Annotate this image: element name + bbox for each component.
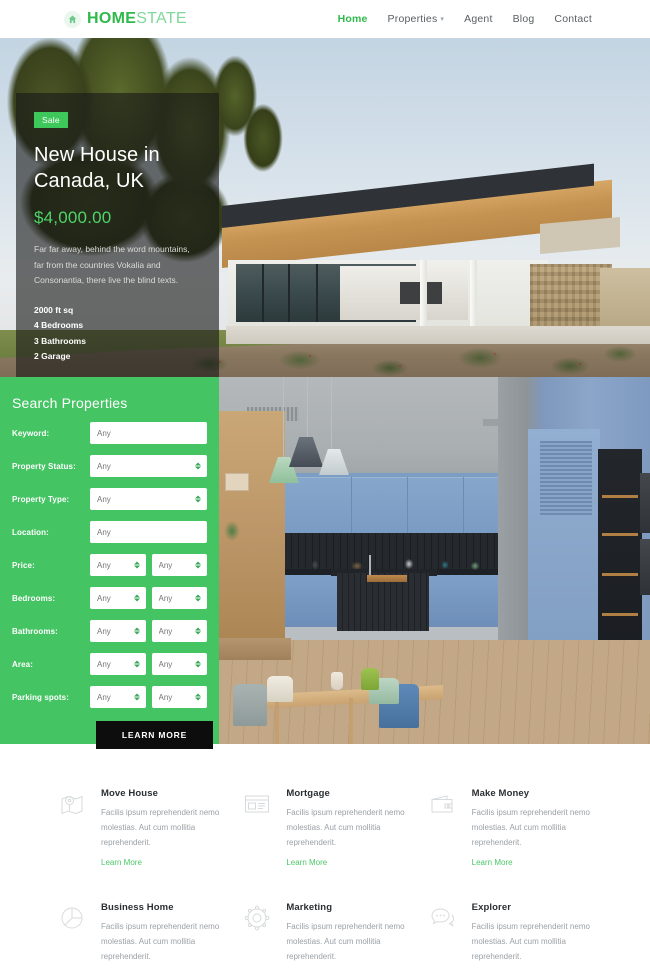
brand-text: HOMESTATE (87, 11, 187, 27)
nav-item-home[interactable]: Home (338, 13, 368, 25)
brand-primary: HOME (87, 10, 137, 27)
nav-label: Properties (387, 13, 438, 25)
feature-title: Business Home (101, 901, 174, 913)
location-pin-map-icon (58, 788, 88, 870)
field-label: Property Status: (12, 461, 76, 471)
feature-move-house: Move House Facilis ipsum reprehenderit n… (58, 788, 221, 870)
feature-marketing: Marketing Facilis ipsum reprehenderit ne… (243, 902, 406, 968)
field-row-parking-spots: Parking spots: (12, 686, 207, 708)
field-label: Price: (12, 560, 35, 570)
field-label: Location: (12, 527, 49, 537)
keyword-input[interactable] (90, 422, 207, 444)
hero-title: New House in Canada, UK (34, 144, 160, 193)
field-label: Bedrooms: (12, 593, 56, 603)
feature-mortgage: Mortgage Facilis ipsum reprehenderit nem… (243, 788, 406, 870)
feature-description: Facilis ipsum reprehenderit nemo molesti… (471, 808, 590, 848)
search-submit-button[interactable]: LEARN MORE (96, 721, 213, 749)
hero-price: $4,000.00 (34, 207, 112, 227)
feature-business-home: Business Home Facilis ipsum reprehenderi… (58, 902, 221, 968)
property-status-select[interactable] (90, 455, 207, 477)
hero-section: Sale New House in Canada, UK $4,000.00 F… (0, 38, 650, 377)
field-row-bathrooms: Bathrooms: (12, 620, 207, 642)
kitchen-photo (219, 377, 650, 744)
chevron-down-icon: ▾ (440, 15, 445, 23)
feature-learn-more-link[interactable]: Learn More (286, 858, 327, 867)
field-row-property-status: Property Status: (12, 455, 207, 477)
nav-item-blog[interactable]: Blog (513, 13, 535, 25)
feature-title: Mortgage (286, 788, 330, 799)
field-label: Parking spots: (12, 692, 69, 702)
pie-chart-icon (58, 902, 88, 968)
area-min-select[interactable] (90, 653, 146, 675)
feature-title: Make Money (471, 788, 530, 799)
nav-label: Blog (512, 13, 535, 25)
feature-title: Explorer (471, 901, 511, 913)
bedrooms-max-select[interactable] (151, 587, 207, 609)
field-label: Property Type: (12, 494, 70, 504)
list-item: 3 Bathrooms (34, 335, 86, 346)
hero-property-card: Sale New House in Canada, UK $4,000.00 F… (16, 93, 219, 377)
field-label: Bathrooms: (12, 626, 58, 636)
field-row-bedrooms: Bedrooms: (12, 587, 207, 609)
nav-label: Contact (554, 13, 592, 25)
feature-make-money: Make Money Facilis ipsum reprehenderit n… (429, 788, 592, 870)
search-properties-panel: Search Properties Keyword: Property Stat… (0, 377, 219, 749)
nav-item-agent[interactable]: Agent (464, 13, 492, 25)
field-label: Keyword: (12, 428, 50, 438)
property-type-select[interactable] (90, 488, 207, 510)
document-layout-icon (243, 788, 273, 870)
search-section: Search Properties Keyword: Property Stat… (0, 377, 650, 749)
main-nav: Home Properties ▾ Agent Blog Contact (338, 13, 592, 25)
search-panel-title: Search Properties (12, 395, 128, 411)
features-grid: Move House Facilis ipsum reprehenderit n… (0, 744, 650, 968)
feature-title: Move House (101, 788, 158, 799)
parking-max-select[interactable] (151, 686, 207, 708)
feature-description: Facilis ipsum reprehenderit nemo molesti… (101, 808, 220, 848)
nav-label: Home (337, 13, 368, 25)
feature-description: Facilis ipsum reprehenderit nemo molesti… (101, 921, 220, 961)
feature-description: Facilis ipsum reprehenderit nemo molesti… (286, 921, 405, 961)
feature-explorer: Explorer Facilis ipsum reprehenderit nem… (429, 902, 592, 968)
wallet-icon (429, 788, 459, 870)
location-input[interactable] (90, 521, 207, 543)
feature-learn-more-link[interactable]: Learn More (472, 858, 513, 867)
list-item: 2000 ft sq (34, 304, 74, 315)
brand-secondary: STATE (136, 10, 187, 27)
feature-description: Facilis ipsum reprehenderit nemo molesti… (286, 808, 405, 848)
brand-logo[interactable]: HOMESTATE (64, 10, 187, 28)
parking-min-select[interactable] (90, 686, 146, 708)
bedrooms-min-select[interactable] (90, 587, 146, 609)
hero-description: Far far away, behind the word mountains,… (34, 243, 190, 286)
field-row-price: Price: (12, 554, 207, 576)
list-item: 4 Bedrooms (34, 320, 84, 331)
area-max-select[interactable] (151, 653, 207, 675)
bathrooms-max-select[interactable] (151, 620, 207, 642)
list-item: 2 Garage (34, 351, 71, 362)
field-row-keyword: Keyword: (12, 422, 207, 444)
site-header: HOMESTATE Home Properties ▾ Agent Blog Co… (0, 0, 650, 38)
hero-specs-list: 2000 ft sq 4 Bedrooms 3 Bathrooms 2 Gara… (34, 303, 201, 365)
field-row-area: Area: (12, 653, 207, 675)
page-root: HOMESTATE Home Properties ▾ Agent Blog Co… (0, 0, 650, 968)
nav-item-contact[interactable]: Contact (554, 13, 592, 25)
price-max-select[interactable] (151, 554, 207, 576)
home-icon (64, 10, 81, 28)
status-badge: Sale (34, 112, 68, 128)
field-row-location: Location: (12, 521, 207, 543)
feature-learn-more-link[interactable]: Learn More (101, 858, 142, 867)
feature-description: Facilis ipsum reprehenderit nemo molesti… (471, 921, 590, 961)
atom-network-icon (243, 902, 273, 968)
bathrooms-min-select[interactable] (90, 620, 146, 642)
nav-item-properties[interactable]: Properties ▾ (388, 13, 445, 25)
chat-bubbles-icon (429, 902, 459, 968)
field-label: Area: (12, 659, 33, 669)
feature-title: Marketing (286, 901, 333, 913)
field-row-property-type: Property Type: (12, 488, 207, 510)
price-min-select[interactable] (90, 554, 146, 576)
nav-label: Agent (464, 13, 493, 25)
